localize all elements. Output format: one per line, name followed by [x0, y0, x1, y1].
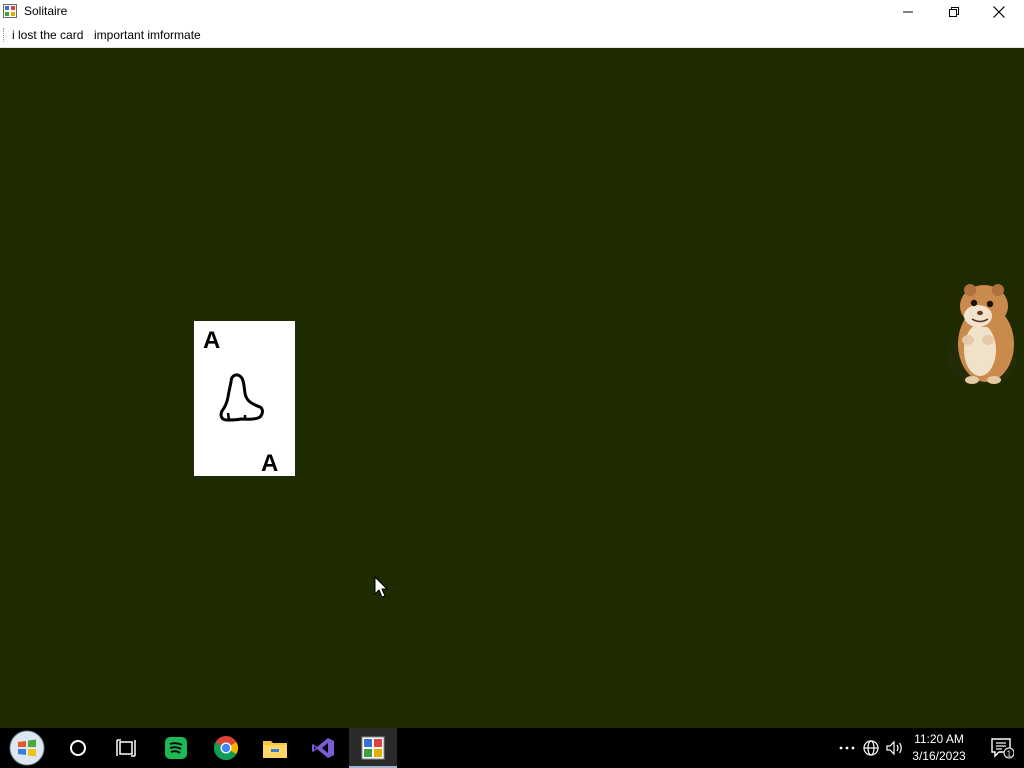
- title-bar: Solitaire: [0, 0, 1024, 23]
- mouse-cursor-icon: [374, 576, 388, 598]
- clock-date: 3/16/2023: [912, 749, 966, 763]
- file-explorer-button[interactable]: [251, 728, 299, 768]
- notification-center-button[interactable]: 1: [980, 728, 1024, 768]
- visual-studio-icon: [312, 738, 334, 758]
- task-view-icon: [116, 739, 136, 757]
- network-icon: [863, 740, 879, 756]
- system-clock[interactable]: 11:20 AM 3/16/2023: [906, 731, 972, 765]
- solitaire-taskbar-button[interactable]: [349, 728, 397, 768]
- playing-card[interactable]: A A: [194, 321, 295, 477]
- menu-item-lost-card[interactable]: i lost the card: [12, 28, 83, 42]
- chrome-icon: [213, 736, 239, 761]
- network-button[interactable]: [862, 740, 880, 756]
- card-rank-top: A: [203, 327, 220, 354]
- solitaire-taskbar-icon: [361, 736, 385, 760]
- minimize-button[interactable]: [885, 0, 931, 23]
- menu-grip: [3, 28, 6, 42]
- taskbar: 11:20 AM 3/16/2023 1: [0, 728, 1024, 768]
- chrome-button[interactable]: [202, 728, 250, 768]
- menu-item-important-info[interactable]: important imformate: [94, 28, 201, 42]
- clock-time: 11:20 AM: [914, 732, 964, 746]
- maximize-icon: [949, 6, 959, 17]
- start-icon: [9, 730, 45, 766]
- overflow-icon: [839, 746, 855, 750]
- hamster-icon: [946, 284, 1018, 384]
- overflow-button[interactable]: [838, 740, 856, 756]
- solitaire-app-icon: [3, 4, 17, 18]
- volume-button[interactable]: [886, 740, 904, 756]
- task-view-button[interactable]: [102, 728, 150, 768]
- menu-bar: i lost the card important imformate: [0, 23, 1024, 48]
- visual-studio-button[interactable]: [299, 728, 347, 768]
- spotify-button[interactable]: [152, 728, 200, 768]
- spotify-icon: [165, 737, 187, 759]
- start-button[interactable]: [3, 728, 51, 768]
- window-title: Solitaire: [24, 4, 68, 18]
- notification-icon: 1: [991, 738, 1014, 759]
- card-face: A A: [203, 327, 278, 477]
- notification-count: 1: [1007, 750, 1012, 759]
- volume-icon: [886, 740, 902, 756]
- cortana-button[interactable]: [54, 728, 102, 768]
- close-button[interactable]: [976, 0, 1022, 23]
- close-icon: [993, 5, 1005, 18]
- card-rank-bottom: A: [261, 450, 278, 476]
- minimize-icon: [903, 11, 913, 12]
- game-table: A A: [0, 48, 1024, 728]
- maximize-button[interactable]: [931, 0, 977, 23]
- file-explorer-icon: [263, 741, 287, 758]
- cortana-icon: [70, 740, 86, 756]
- hand-drawn-suit-icon: [219, 373, 264, 422]
